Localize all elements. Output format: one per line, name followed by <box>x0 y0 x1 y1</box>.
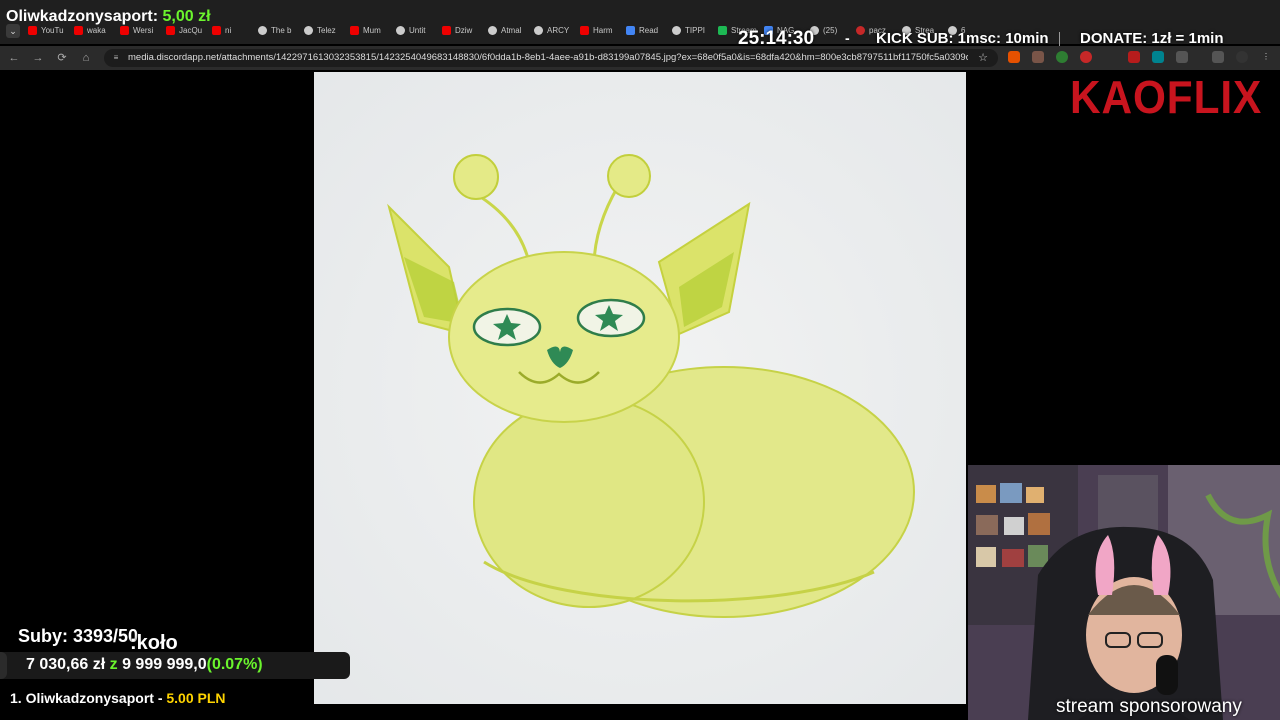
profile-avatar[interactable] <box>1236 51 1248 63</box>
site-icon <box>488 25 497 35</box>
tab-search-button[interactable]: ⌄ <box>6 24 20 38</box>
timer-dash: - <box>845 30 850 46</box>
kaoflix-logo: KAOFLIX <box>1070 71 1263 123</box>
grammarly-icon[interactable] <box>1056 51 1068 63</box>
google-icon <box>856 25 865 35</box>
browser-tab[interactable]: TIPPI <box>672 22 714 38</box>
browser-tab[interactable]: Atmal <box>488 22 530 38</box>
browser-tab-label: ni <box>225 25 232 35</box>
bookmark-star-icon[interactable]: ☆ <box>978 51 988 64</box>
last-donor-amount: 5.00 PLN <box>166 690 226 706</box>
sponsor-text: stream sponsorowany <box>1056 696 1242 717</box>
youtube-icon <box>442 25 451 35</box>
extensions-puzzle-icon[interactable] <box>1176 51 1188 63</box>
stream-timer: 25:14:30 <box>738 28 815 49</box>
playlist-icon[interactable] <box>1212 51 1224 63</box>
youtube-icon <box>580 25 589 35</box>
top-donor-name: Oliwkadzonysaport: <box>6 8 159 25</box>
divider <box>1059 32 1060 46</box>
site-icon <box>258 25 267 35</box>
steam-icon <box>626 25 635 35</box>
extension-icon-3[interactable] <box>1080 51 1092 63</box>
browser-tab[interactable]: Dziw <box>442 22 484 38</box>
site-info-icon[interactable]: ≡ <box>111 53 121 63</box>
browser-tab[interactable]: Untit <box>396 22 438 38</box>
site-icon <box>396 25 405 35</box>
last-donor-name: 1. Oliwkadzonysaport - <box>10 690 163 706</box>
browser-tab[interactable]: ARCY <box>534 22 576 38</box>
donation-goal-fill <box>0 652 7 679</box>
browser-tab-label: YouTu <box>41 25 64 35</box>
browser-tab[interactable]: ni <box>212 22 254 38</box>
site-icon <box>304 25 313 35</box>
goal-z: z <box>109 656 118 673</box>
url-text[interactable]: media.discordapp.net/attachments/1422971… <box>128 52 968 63</box>
browser-tab[interactable]: Read <box>626 22 668 38</box>
viewed-image <box>314 72 966 704</box>
cat-drawing <box>314 72 966 704</box>
goal-current: 7 030,66 zł <box>26 656 106 673</box>
youtube-icon <box>166 25 175 35</box>
site-icon <box>672 25 681 35</box>
subs-counter: Suby: 3393/50 <box>18 626 139 646</box>
browser-tab[interactable]: The b <box>258 22 300 38</box>
last-donation: 1. Oliwkadzonysaport - 5.00 PLN <box>10 690 226 706</box>
top-donor-amount: 5,00 zł <box>162 8 211 25</box>
extension-icon-5[interactable] <box>1152 51 1164 63</box>
browser-tab-label: waka <box>87 25 106 35</box>
kick-icon <box>718 25 727 35</box>
browser-tab-label: Harm <box>593 25 613 35</box>
browser-tab-label: (25) <box>823 25 838 35</box>
browser-tab-label: ARCY <box>547 25 570 35</box>
kick-sub-rate: KICK SUB: 1msc: 10min <box>876 30 1049 47</box>
browser-tab-label: Mum <box>363 25 381 35</box>
browser-tab-label: The b <box>271 25 292 35</box>
browser-tab-label: Dziw <box>455 25 473 35</box>
site-icon <box>534 25 543 35</box>
browser-tab-label: Wersi <box>133 25 154 35</box>
home-icon[interactable]: ⌂ <box>78 50 94 66</box>
goal-percent: (0.07%) <box>206 656 263 673</box>
webcam-feed <box>968 465 1280 720</box>
browser-tab-label: JacQu <box>179 25 203 35</box>
youtube-icon <box>28 25 37 35</box>
forward-icon[interactable]: → <box>30 50 46 66</box>
youtube-icon <box>350 25 359 35</box>
donation-goal-text: 7 030,66 zł z 9 999 999,0(0.07%) <box>26 656 263 674</box>
address-bar[interactable]: ≡ media.discordapp.net/attachments/14229… <box>104 49 998 67</box>
browser-tab-label: Untit <box>409 25 426 35</box>
browser-tab[interactable]: Harm <box>580 22 622 38</box>
browser-tab-label: Read <box>639 25 659 35</box>
donation-goal-bar: 7 030,66 zł z 9 999 999,0(0.07%) <box>0 652 350 679</box>
youtube-icon <box>74 25 83 35</box>
browser-tab-label: TIPPI <box>685 25 706 35</box>
reload-icon[interactable]: ⟳ <box>54 50 70 66</box>
extension-icon-2[interactable] <box>1032 51 1044 63</box>
extension-icon-4[interactable] <box>1128 51 1140 63</box>
back-icon[interactable]: ← <box>6 50 22 66</box>
youtube-icon <box>212 25 221 35</box>
goal-target: 9 999 999,0 <box>122 656 207 673</box>
webcam-image <box>968 465 1280 720</box>
donate-rate: DONATE: 1zł = 1min <box>1080 30 1224 47</box>
extension-icon-1[interactable] <box>1008 51 1020 63</box>
menu-dots-icon[interactable]: ⋮ <box>1260 51 1272 63</box>
top-donor: Oliwkadzonysaport: 5,00 zł <box>6 8 211 26</box>
browser-tab[interactable]: Telez <box>304 22 346 38</box>
browser-tab-label: Atmal <box>501 25 522 35</box>
browser-tab-label: Telez <box>317 25 336 35</box>
youtube-icon <box>120 25 129 35</box>
browser-tab[interactable]: Mum <box>350 22 392 38</box>
